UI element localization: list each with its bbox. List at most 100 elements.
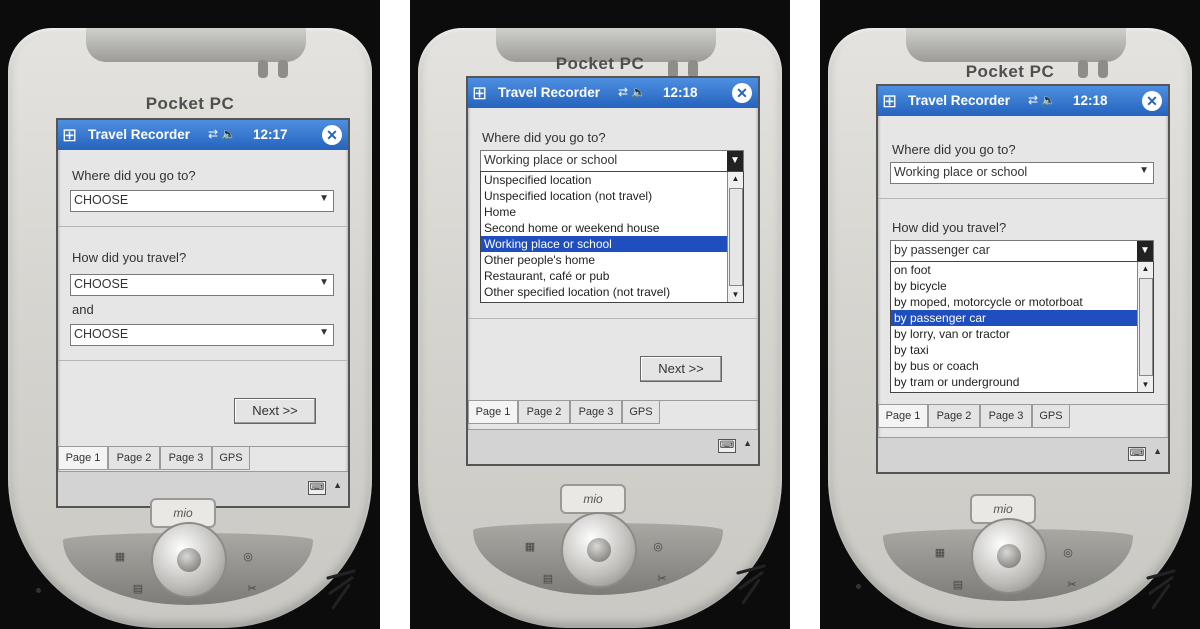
dropdown-option[interactable]: Unspecified location [481, 172, 727, 188]
chevron-down-icon[interactable]: ▼ [319, 277, 329, 288]
dpad[interactable] [151, 522, 227, 598]
tab-page-1[interactable]: Page 1 [468, 401, 518, 424]
title-bar: ⊞ Travel Recorder ⇄ 🔈 12:18 ✕ [878, 86, 1168, 116]
dropdown-option[interactable]: Home [481, 204, 727, 220]
how-dropdown-list[interactable]: on foot by bicycle by moped, motorcycle or… [890, 261, 1154, 393]
dropdown-option[interactable]: Other specified location (not travel) [481, 284, 727, 300]
search-button-icon[interactable]: ◎ [1061, 546, 1075, 560]
connectivity-icon[interactable]: ⇄ 🔈 [208, 127, 236, 141]
windows-flag-icon[interactable]: ⊞ [882, 90, 904, 112]
connectivity-icon[interactable]: ⇄ 🔈 [1028, 93, 1056, 107]
scroll-thumb[interactable] [729, 188, 743, 286]
chevron-down-icon[interactable]: ▼ [727, 151, 743, 171]
device-brand: Pocket PC [965, 62, 1055, 81]
search-button-icon[interactable]: ◎ [651, 540, 665, 554]
close-icon[interactable]: ✕ [1142, 91, 1162, 111]
tab-page-2[interactable]: Page 2 [518, 401, 570, 424]
chevron-up-icon[interactable]: ▲ [1153, 446, 1162, 456]
app-title: Travel Recorder [88, 127, 191, 142]
dropdown-option[interactable]: by lorry, van or tractor [891, 326, 1137, 342]
tab-gps[interactable]: GPS [1032, 405, 1070, 428]
clock[interactable]: 12:18 [1073, 93, 1108, 108]
how-combo-2-value: CHOOSE [74, 327, 129, 341]
close-icon[interactable]: ✕ [732, 83, 752, 103]
where-combo[interactable]: CHOOSE ▼ [70, 190, 334, 212]
scroll-down-icon[interactable]: ▼ [728, 288, 743, 302]
how-combo-2[interactable]: CHOOSE ▼ [70, 324, 334, 346]
screen: ⊞ Travel Recorder ⇄ 🔈 12:18 ✕ Where did … [876, 84, 1170, 474]
next-button[interactable]: Next >> [234, 398, 316, 424]
scrollbar[interactable]: ▲ ▼ [727, 172, 743, 302]
scrollbar[interactable]: ▲ ▼ [1137, 262, 1153, 392]
dropdown-option[interactable]: Unspecified location (not travel) [481, 188, 727, 204]
how-combo-1-value: CHOOSE [74, 277, 129, 291]
dropdown-option[interactable]: by bus or coach [891, 358, 1137, 374]
divider [58, 360, 348, 361]
contacts-button-icon[interactable]: ▤ [541, 572, 555, 586]
keyboard-icon[interactable]: ⌨ [1128, 447, 1146, 461]
chevron-up-icon[interactable]: ▲ [743, 438, 752, 448]
scroll-down-icon[interactable]: ▼ [1138, 378, 1153, 392]
tab-gps[interactable]: GPS [212, 447, 250, 470]
where-combo[interactable]: Working place or school ▼ [890, 162, 1154, 184]
tab-page-2[interactable]: Page 2 [928, 405, 980, 428]
stylus-stud [258, 60, 268, 78]
scroll-thumb[interactable] [1139, 278, 1153, 376]
chevron-up-icon[interactable]: ▲ [333, 480, 342, 490]
clock[interactable]: 12:17 [253, 127, 288, 142]
calendar-button-icon[interactable]: ▦ [933, 546, 947, 560]
dpad[interactable] [971, 518, 1047, 594]
tab-page-3[interactable]: Page 3 [160, 447, 212, 470]
connectivity-icon[interactable]: ⇄ 🔈 [618, 85, 646, 99]
clock[interactable]: 12:18 [663, 85, 698, 100]
next-button[interactable]: Next >> [640, 356, 722, 382]
windows-flag-icon[interactable]: ⊞ [62, 124, 84, 146]
dpad-center[interactable] [997, 544, 1021, 568]
where-combo-value: Working place or school [484, 153, 618, 167]
dropdown-option[interactable]: Restaurant, café or pub [481, 268, 727, 284]
tools-button-icon[interactable]: ✂ [245, 582, 259, 596]
dpad-center[interactable] [587, 538, 611, 562]
dropdown-option[interactable]: by bicycle [891, 278, 1137, 294]
dpad-center[interactable] [177, 548, 201, 572]
calendar-button-icon[interactable]: ▦ [113, 550, 127, 564]
chevron-down-icon[interactable]: ▼ [319, 193, 329, 204]
device-body: Pocket PC ⊞ Travel Recorder ⇄ 🔈 12:17 ✕ … [8, 28, 372, 628]
contacts-button-icon[interactable]: ▤ [951, 578, 965, 592]
scroll-up-icon[interactable]: ▲ [728, 172, 743, 186]
tab-gps[interactable]: GPS [622, 401, 660, 424]
calendar-button-icon[interactable]: ▦ [523, 540, 537, 554]
close-icon[interactable]: ✕ [322, 125, 342, 145]
how-combo-1[interactable]: CHOOSE ▼ [70, 274, 334, 296]
keyboard-icon[interactable]: ⌨ [308, 481, 326, 495]
dropdown-option[interactable]: on foot [891, 262, 1137, 278]
tools-button-icon[interactable]: ✂ [1065, 578, 1079, 592]
where-dropdown-list[interactable]: Unspecified location Unspecified location… [480, 171, 744, 303]
tab-page-3[interactable]: Page 3 [980, 405, 1032, 428]
dropdown-option[interactable]: Other people's home [481, 252, 727, 268]
dpad[interactable] [561, 512, 637, 588]
scroll-up-icon[interactable]: ▲ [1138, 262, 1153, 276]
dropdown-option[interactable]: by tram or underground [891, 374, 1137, 390]
how-combo[interactable]: by passenger car ▼ [890, 240, 1154, 262]
contacts-button-icon[interactable]: ▤ [131, 582, 145, 596]
keyboard-icon[interactable]: ⌨ [718, 439, 736, 453]
tab-page-1[interactable]: Page 1 [878, 405, 928, 428]
dropdown-option[interactable]: by moped, motorcycle or motorboat [891, 294, 1137, 310]
dropdown-option[interactable]: Working place or school [481, 236, 727, 252]
device-brand: Pocket PC [555, 54, 645, 73]
dropdown-option[interactable]: Second home or weekend house [481, 220, 727, 236]
windows-flag-icon[interactable]: ⊞ [472, 82, 494, 104]
device-photo-1: Pocket PC ⊞ Travel Recorder ⇄ 🔈 12:17 ✕ … [0, 0, 380, 629]
dropdown-option[interactable]: by passenger car [891, 310, 1137, 326]
chevron-down-icon[interactable]: ▼ [319, 327, 329, 338]
tools-button-icon[interactable]: ✂ [655, 572, 669, 586]
search-button-icon[interactable]: ◎ [241, 550, 255, 564]
where-combo[interactable]: Working place or school ▼ [480, 150, 744, 172]
chevron-down-icon[interactable]: ▼ [1139, 165, 1149, 176]
chevron-down-icon[interactable]: ▼ [1137, 241, 1153, 261]
dropdown-option[interactable]: by taxi [891, 342, 1137, 358]
tab-page-2[interactable]: Page 2 [108, 447, 160, 470]
tab-page-1[interactable]: Page 1 [58, 447, 108, 470]
tab-page-3[interactable]: Page 3 [570, 401, 622, 424]
